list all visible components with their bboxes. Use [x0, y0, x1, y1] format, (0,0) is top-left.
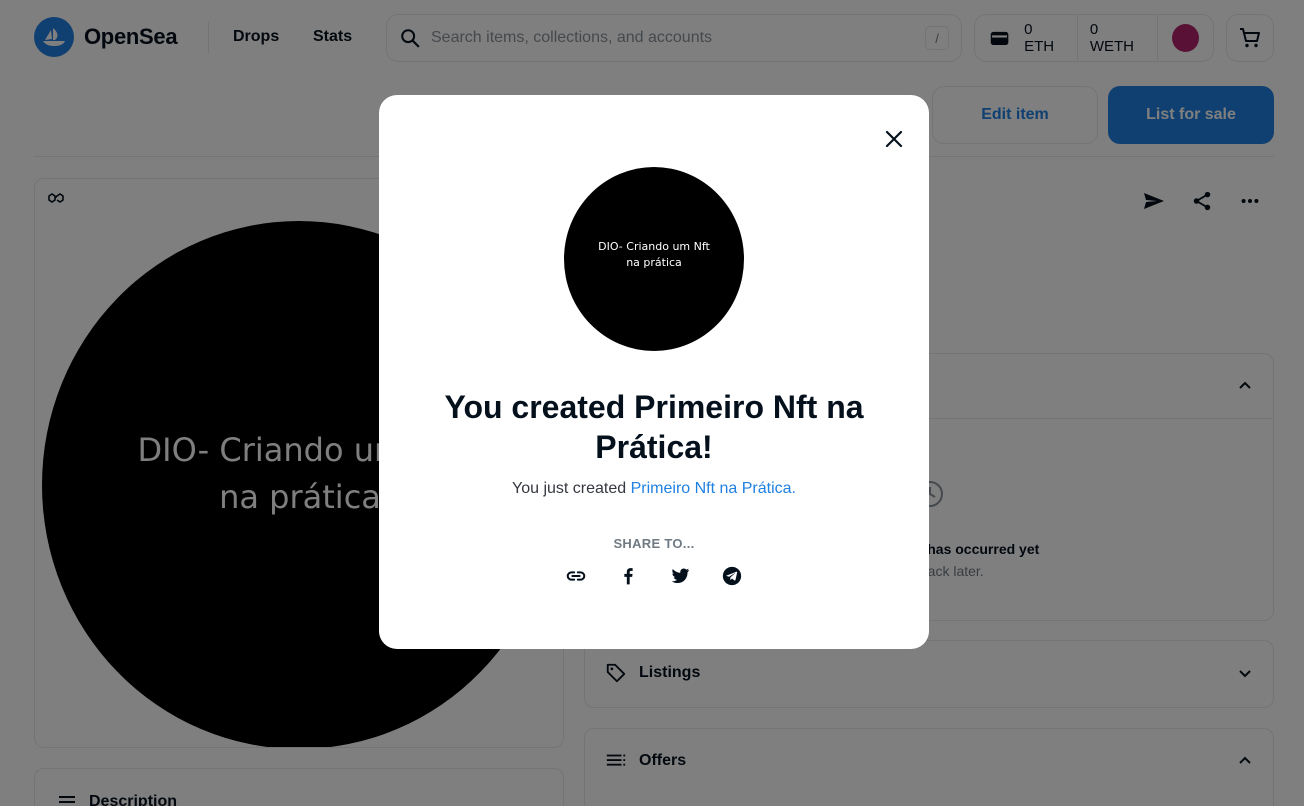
share-label: SHARE TO...	[613, 536, 695, 551]
close-icon	[885, 130, 903, 148]
close-button[interactable]	[882, 127, 906, 151]
twitter-icon	[671, 568, 690, 584]
modal-subtitle: You just created Primeiro Nft na Prática…	[379, 480, 929, 498]
facebook-icon	[624, 568, 633, 585]
share-twitter-button[interactable]	[669, 565, 691, 587]
nft-thumbnail-caption-line1: DIO- Criando um Nft	[598, 240, 710, 253]
modal-title: You created Primeiro Nft na Prática!	[444, 389, 864, 465]
share-facebook-button[interactable]	[617, 565, 639, 587]
share-buttons	[379, 565, 929, 587]
modal-subtitle-text: You just created	[512, 480, 631, 497]
telegram-icon	[722, 566, 742, 586]
created-item-link[interactable]: Primeiro Nft na Prática.	[631, 480, 796, 497]
share-telegram-button[interactable]	[721, 565, 743, 587]
creation-success-modal: DIO- Criando um Nft na prática You creat…	[379, 95, 929, 649]
share-copy-link-button[interactable]	[565, 565, 587, 587]
link-icon	[566, 571, 586, 581]
nft-thumbnail-caption: DIO- Criando um Nft na prática	[379, 239, 929, 271]
nft-thumbnail-caption-line2: na prática	[626, 256, 682, 269]
